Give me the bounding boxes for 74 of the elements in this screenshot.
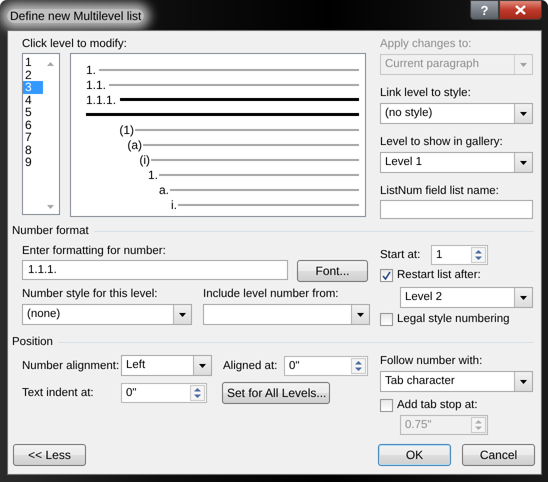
spin-box[interactable]: 0" [284,356,368,376]
level-item[interactable]: 6 [23,118,43,131]
dropdown-arrow-icon [520,296,527,300]
number-style-dropdown[interactable]: (none) [22,304,192,325]
level-item[interactable]: 2 [23,68,43,81]
preview-number: (i) [138,152,151,166]
dropdown-arrow-icon [520,112,527,116]
group-heading: Number format [12,225,89,237]
preview-number: 1.1. [86,78,108,92]
checkbox[interactable] [380,398,393,412]
preview-number: i. [170,198,178,212]
preview-number: 1.1.1. [86,92,118,106]
dropdown-arrow-icon [520,62,527,66]
checkbox-label: Legal style numbering [397,312,510,326]
field-label: Level to show in gallery: [380,135,504,149]
scroll-down-icon [47,205,54,209]
dialog-button[interactable]: Font... [297,260,368,282]
checkbox[interactable] [380,312,393,326]
spinner-arrows-icon [190,385,205,401]
field-label: Aligned at: [223,358,278,372]
checkbox[interactable] [380,268,393,282]
number-format-field[interactable]: 1.1.1. [22,260,288,280]
preview-number: (a) [126,138,143,152]
scroll-up-icon [47,62,54,66]
dialog-button[interactable]: << Less [13,444,86,466]
field-label: Number alignment: [22,358,120,372]
dropdown-arrow-icon [199,364,206,368]
field-label: Click level to modify: [22,37,128,51]
preview-number: (1) [118,122,135,136]
style-dropdown[interactable]: (no style) [380,103,533,124]
preview-number: a. [158,182,170,196]
check-mark-icon [382,270,391,280]
close-icon [515,5,526,15]
level-item[interactable]: 1 [23,56,43,68]
dropdown-arrow-icon [520,380,527,384]
restart-level-dropdown[interactable]: Level 2 [400,287,533,308]
spinner-arrows-icon [471,247,486,263]
field-label: Enter formatting for number: [22,244,167,258]
level-item[interactable]: 7 [23,131,43,144]
group-heading: Position [12,336,53,348]
dropdown-arrow-icon [520,160,527,164]
field-label: Number style for this level: [22,287,158,301]
preview-number: 1. [146,168,159,182]
window-title: Define new Multilevel list [7,9,144,23]
checkbox-label: Add tab stop at: [397,398,478,412]
checkbox-label: Restart list after: [397,268,481,282]
dialog-button[interactable]: Cancel [462,444,535,466]
field-label: Start at: [380,248,422,262]
list-name-field[interactable] [380,200,533,219]
field-label: Include level number from: [203,287,340,301]
spinner-arrows-icon [351,358,366,374]
level-item[interactable]: 5 [23,106,43,118]
close-button[interactable] [499,0,542,20]
field-label: Text indent at: [22,386,95,400]
dialog-button[interactable]: OK [378,444,451,466]
level-number-dropdown[interactable] [203,304,370,325]
field-label: ListNum field list name: [380,184,500,198]
level-item[interactable]: 8 [23,144,43,156]
dropdown-arrow-icon [357,312,364,316]
spin-box[interactable]: 1 [431,245,488,265]
follow-number-dropdown[interactable]: Tab character [380,371,533,392]
gallery-level-dropdown[interactable]: Level 1 [380,152,533,173]
field-label: Follow number with: [380,354,484,368]
field-label: Apply changes to: [380,37,472,51]
level-item[interactable]: 4 [23,94,43,106]
level-item[interactable]: 9 [23,156,43,168]
spinner-arrows-icon [471,417,486,433]
dropdown-arrow-icon [179,312,186,316]
spin-box[interactable]: 0" [121,383,207,403]
field-label: Link level to style: [380,86,472,100]
preview-number: 1. [86,62,98,76]
alignment-dropdown[interactable]: Left [121,355,212,376]
dialog-button[interactable]: Set for All Levels... [222,382,330,404]
help-button[interactable]: ? [470,0,499,20]
